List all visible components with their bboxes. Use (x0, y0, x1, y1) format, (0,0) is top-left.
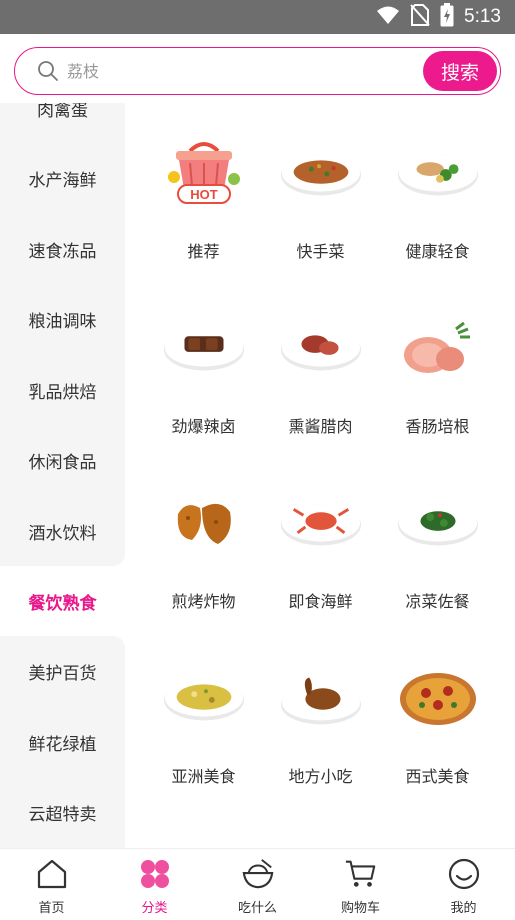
tab-cart[interactable]: 购物车 (309, 849, 412, 920)
tab-home[interactable]: 首页 (0, 849, 103, 920)
no-sim-icon (410, 4, 430, 30)
cold-greens-plate-icon (397, 483, 479, 565)
braised-meat-plate-icon (163, 308, 245, 390)
sidebar-item-flowers[interactable]: 鲜花绿植 (0, 707, 125, 777)
tab-label: 吃什么 (237, 901, 277, 916)
sidebar-item-frozen[interactable]: 速食冻品 (0, 214, 125, 284)
smile-icon (447, 857, 481, 891)
grid-item-label: 推荐 (187, 242, 220, 261)
category-icon (138, 857, 172, 891)
tab-label: 首页 (38, 901, 65, 916)
sidebar-item-sale[interactable]: 云超特卖 (0, 777, 125, 847)
grid-item-label: 亚洲美食 (171, 767, 236, 786)
roast-duck-plate-icon (280, 658, 362, 740)
tab-what-to-eat[interactable]: 吃什么 (206, 849, 309, 920)
bowl-icon (241, 857, 275, 891)
wifi-icon (376, 5, 400, 29)
status-time: 5:13 (464, 6, 501, 27)
sidebar-item-grain-oil[interactable]: 粮油调味 (0, 284, 125, 354)
battery-icon (440, 3, 454, 31)
grid-item-label: 凉菜佐餐 (405, 592, 470, 611)
grid-item[interactable]: 西式美食 (379, 628, 496, 803)
grid-item-label: 地方小吃 (288, 767, 353, 786)
bottom-tab-bar: 首页 分类 吃什么 购物车 我的 (0, 848, 515, 920)
sidebar-item-snacks[interactable]: 休闲食品 (0, 425, 125, 495)
sidebar-item-beauty[interactable]: 美护百货 (0, 636, 125, 706)
grid-item[interactable]: 即食海鲜 (262, 453, 379, 628)
fried-chicken-icon (163, 483, 245, 565)
grid-item[interactable]: 煎烤炸物 (145, 453, 262, 628)
cart-icon (344, 857, 378, 891)
grid-item[interactable]: 凉菜佐餐 (379, 453, 496, 628)
grid-item-label: 煎烤炸物 (171, 592, 236, 611)
home-icon (35, 857, 69, 891)
search-button[interactable]: 搜索 (423, 51, 497, 91)
sidebar-item-deli[interactable]: 餐饮熟食 (0, 566, 125, 636)
sidebar-item-seafood[interactable]: 水产海鲜 (0, 143, 125, 213)
pizza-icon (397, 658, 479, 740)
grid-item-label: 健康轻食 (405, 242, 470, 261)
grid-item-label: 西式美食 (405, 767, 470, 786)
status-bar: 5:13 (0, 0, 515, 34)
tab-mine[interactable]: 我的 (412, 849, 515, 920)
crab-plate-icon (280, 483, 362, 565)
curry-plate-icon (163, 658, 245, 740)
smoked-meat-plate-icon (280, 308, 362, 390)
grid-item[interactable]: 劲爆辣卤 (145, 278, 262, 453)
grid-item[interactable]: HOT 推荐 (145, 103, 262, 278)
grid-item-label: 劲爆辣卤 (171, 417, 236, 436)
ham-sausage-icon (397, 308, 479, 390)
sidebar-item-meat[interactable]: 肉禽蛋 (0, 103, 125, 143)
grid-item[interactable]: 香肠培根 (379, 278, 496, 453)
status-icons: 5:13 (376, 3, 501, 31)
sidebar-item-dairy[interactable]: 乳品烘焙 (0, 355, 125, 425)
grid-item[interactable]: 熏酱腊肉 (262, 278, 379, 453)
grid-item[interactable]: 地方小吃 (262, 628, 379, 803)
subcategory-grid: HOT 推荐 快手菜 健康轻食 劲爆辣卤 熏酱腊肉 香肠培根 煎烤炸物 即食海鲜… (125, 103, 515, 848)
grid-item-label: 快手菜 (296, 242, 345, 261)
grid-item-label: 熏酱腊肉 (288, 417, 353, 436)
grid-item[interactable]: 健康轻食 (379, 103, 496, 278)
search-bar: 搜索 (14, 47, 501, 95)
grid-item-label: 香肠培根 (405, 417, 470, 436)
hot-basket-icon: HOT (163, 133, 245, 215)
grid-item[interactable]: 亚洲美食 (145, 628, 262, 803)
sidebar-item-drinks[interactable]: 酒水饮料 (0, 496, 125, 566)
hot-badge: HOT (190, 187, 218, 202)
search-icon (37, 60, 59, 86)
tab-label: 购物车 (340, 901, 380, 916)
grid-item[interactable]: 快手菜 (262, 103, 379, 278)
grid-item-label: 即食海鲜 (288, 592, 353, 611)
fried-rice-plate-icon (280, 133, 362, 215)
category-sidebar[interactable]: 肉禽蛋 水产海鲜 速食冻品 粮油调味 乳品烘焙 休闲食品 酒水饮料 餐饮熟食 美… (0, 103, 125, 848)
tab-label: 我的 (450, 901, 477, 916)
tab-category[interactable]: 分类 (103, 849, 206, 920)
tab-label: 分类 (141, 901, 168, 916)
chicken-broccoli-plate-icon (397, 133, 479, 215)
search-input[interactable] (67, 58, 387, 84)
